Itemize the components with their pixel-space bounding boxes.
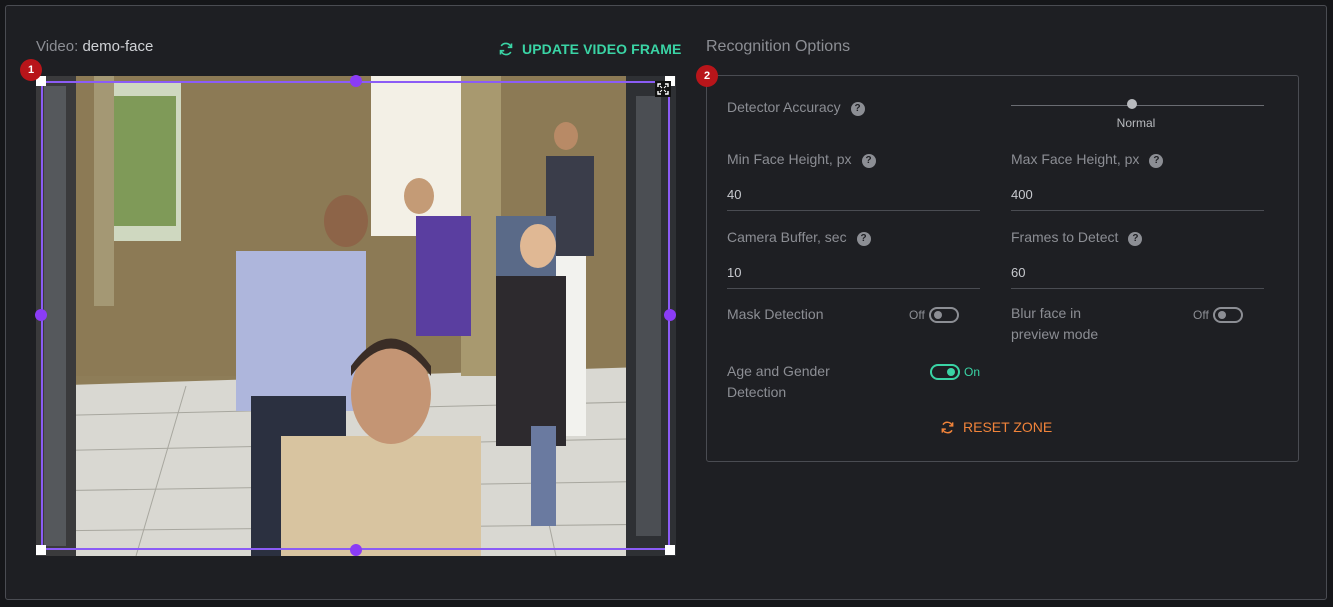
video-title: Video: demo-face xyxy=(36,38,153,55)
help-icon[interactable]: ? xyxy=(850,101,865,116)
zone-handle-right-mid[interactable] xyxy=(664,309,676,321)
camera-buffer-label: Camera Buffer, sec? xyxy=(727,227,871,248)
blur-face-switch[interactable] xyxy=(1212,307,1243,323)
detector-accuracy-slider[interactable] xyxy=(1011,105,1264,106)
update-video-frame-label: UPDATE VIDEO FRAME xyxy=(522,41,682,57)
mask-detection-label: Mask Detection xyxy=(727,306,824,322)
max-face-height-label: Max Face Height, px? xyxy=(1011,149,1164,170)
help-icon[interactable]: ? xyxy=(856,231,871,246)
frames-to-detect-input[interactable] xyxy=(1011,261,1264,283)
max-face-height-input[interactable] xyxy=(1011,183,1264,205)
reset-zone-label: RESET ZONE xyxy=(963,419,1053,435)
options-badge: 2 xyxy=(696,65,718,87)
help-icon[interactable]: ? xyxy=(1149,153,1164,168)
zone-handle-bottom-left[interactable] xyxy=(36,545,46,555)
age-gender-toggle[interactable]: On xyxy=(930,364,980,380)
refresh-icon xyxy=(499,42,513,56)
detector-accuracy-value: Normal xyxy=(1116,116,1156,130)
detector-accuracy-label: Detector Accuracy? xyxy=(727,97,865,118)
detector-accuracy-slider-thumb[interactable] xyxy=(1127,99,1137,109)
age-gender-state: On xyxy=(964,365,981,379)
mask-detection-state: Off xyxy=(909,308,925,322)
recognition-options-title: Recognition Options xyxy=(706,38,851,55)
blur-face-label: Blur face in preview mode xyxy=(1011,305,1099,342)
frames-to-detect-label: Frames to Detect? xyxy=(1011,227,1143,248)
blur-face-toggle[interactable]: Off xyxy=(1193,307,1243,323)
frames-to-detect-field xyxy=(1011,258,1264,289)
zone-handle-bottom-mid[interactable] xyxy=(350,544,362,556)
blur-face-state: Off xyxy=(1193,308,1209,322)
video-label: Video: xyxy=(36,38,79,55)
video-frame[interactable] xyxy=(36,76,676,556)
min-face-height-label: Min Face Height, px? xyxy=(727,149,876,170)
min-face-height-input[interactable] xyxy=(727,183,980,205)
video-name: demo-face xyxy=(82,38,154,55)
fullscreen-icon xyxy=(657,83,669,95)
reset-zone-button[interactable]: RESET ZONE xyxy=(940,419,1052,435)
help-icon[interactable]: ? xyxy=(1128,231,1143,246)
mask-detection-switch[interactable] xyxy=(928,307,959,323)
zone-handle-top-mid[interactable] xyxy=(350,75,362,87)
max-face-height-field xyxy=(1011,180,1264,211)
min-face-height-field xyxy=(727,180,980,211)
fullscreen-button[interactable] xyxy=(655,81,671,97)
camera-buffer-field xyxy=(727,258,980,289)
help-icon[interactable]: ? xyxy=(861,153,876,168)
zone-handle-bottom-right[interactable] xyxy=(665,545,675,555)
age-gender-label: Age and Gender Detection xyxy=(727,363,830,400)
zone-badge: 1 xyxy=(20,59,42,81)
camera-buffer-input[interactable] xyxy=(727,261,980,283)
video-frame-image xyxy=(36,76,676,556)
update-video-frame-button[interactable]: UPDATE VIDEO FRAME xyxy=(498,40,681,58)
age-gender-switch[interactable] xyxy=(930,364,960,380)
refresh-icon xyxy=(941,421,954,433)
mask-detection-toggle[interactable]: Off xyxy=(909,307,959,323)
zone-handle-left-mid[interactable] xyxy=(35,309,47,321)
